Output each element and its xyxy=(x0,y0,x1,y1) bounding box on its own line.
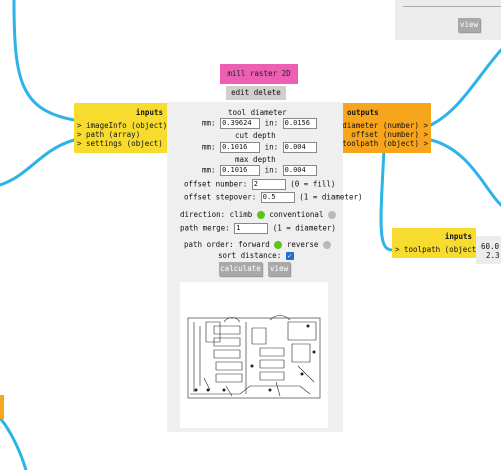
input-toolpath[interactable]: > toolpath (object) xyxy=(395,245,481,254)
input-imageinfo[interactable]: > imageInfo (object) xyxy=(77,121,167,130)
offset-stepover-label: offset stepover: xyxy=(184,192,257,202)
edit-delete-button[interactable]: edit delete xyxy=(226,86,286,100)
tool-diameter-in-input[interactable]: 0.0156 xyxy=(282,118,317,129)
conventional-label: conventional xyxy=(269,210,324,219)
sort-distance-checkbox[interactable]: ✓ xyxy=(285,252,294,260)
in-label: in: xyxy=(264,165,279,175)
divider xyxy=(403,6,501,7)
output-diameter[interactable]: diameter (number) > xyxy=(342,121,428,130)
output-offset[interactable]: offset (number) > xyxy=(351,130,428,139)
path-merge-hint: (1 = diameter) xyxy=(272,223,336,233)
wire-left-lower xyxy=(0,138,76,187)
inputs-title: inputs xyxy=(135,108,163,117)
mm-label: mm: xyxy=(202,118,216,128)
left-output-stub xyxy=(0,395,4,419)
climb-radio[interactable] xyxy=(256,211,265,219)
in-label: in: xyxy=(264,118,279,128)
cut-depth-in-input[interactable]: 0.004 xyxy=(282,142,317,153)
mm-label: mm: xyxy=(202,142,216,152)
conventional-radio[interactable] xyxy=(327,211,336,219)
offset-stepover-input[interactable]: 0.5 xyxy=(260,192,295,203)
path-order-label: path order: forward xyxy=(184,240,270,249)
wire-top-left xyxy=(12,0,76,122)
inputs-panel: inputs > imageInfo (object) > path (arra… xyxy=(74,103,167,153)
path-merge-label: path merge: xyxy=(180,223,230,233)
side-value-1: 60.0 xyxy=(481,242,500,251)
reverse-label: reverse xyxy=(286,240,319,249)
offset-number-label: offset number: xyxy=(184,179,248,189)
module-title[interactable]: mill raster 2D xyxy=(220,64,298,84)
view-button[interactable]: view xyxy=(268,262,290,276)
mm-label: mm: xyxy=(202,165,216,175)
max-depth-in-input[interactable]: 0.004 xyxy=(282,165,317,176)
in-label: in: xyxy=(264,142,279,152)
calculate-button[interactable]: calculate xyxy=(219,262,262,276)
wire-to-inputs2 xyxy=(379,148,394,252)
toolpath-preview-image xyxy=(187,315,321,399)
forward-radio[interactable] xyxy=(274,241,283,249)
max-depth-mm-input[interactable]: 0.1016 xyxy=(220,165,261,176)
wire-right-lower xyxy=(429,138,501,207)
output-toolpath[interactable]: toolpath (object) > xyxy=(342,139,428,148)
offset-number-hint: (0 = fill) xyxy=(290,179,336,189)
input-settings[interactable]: > settings (object) xyxy=(77,139,163,148)
path-merge-input[interactable]: 1 xyxy=(234,223,269,234)
input-path[interactable]: > path (array) xyxy=(77,130,140,139)
cut-depth-mm-input[interactable]: 0.1016 xyxy=(220,142,261,153)
outputs-title: outputs xyxy=(347,108,379,117)
cut-depth-label: cut depth xyxy=(235,131,276,140)
outputs-panel: outputs diameter (number) > offset (numb… xyxy=(342,103,431,153)
wire-right-top xyxy=(429,48,501,127)
top-right-module: view xyxy=(395,0,501,40)
offset-stepover-hint: (1 = diameter) xyxy=(299,192,363,202)
inputs-panel-toolpath: inputs > toolpath (object) xyxy=(392,228,481,258)
side-value-2: 2.3 xyxy=(486,251,500,260)
max-depth-label: max depth xyxy=(235,155,276,164)
wire-left-bottom xyxy=(0,416,28,470)
toolpath-preview xyxy=(180,282,328,428)
view-button-top[interactable]: view xyxy=(458,18,480,32)
tool-diameter-mm-input[interactable]: 0.39624 xyxy=(220,118,261,129)
tool-diameter-label: tool diameter xyxy=(228,108,287,117)
sort-distance-label: sort distance: xyxy=(218,251,282,260)
offset-number-input[interactable]: 2 xyxy=(251,179,286,190)
direction-label: direction: climb xyxy=(180,210,253,219)
reverse-radio[interactable] xyxy=(322,241,331,249)
inputs2-title: inputs xyxy=(444,232,472,241)
side-module: 60.0 2.3 xyxy=(476,236,501,264)
